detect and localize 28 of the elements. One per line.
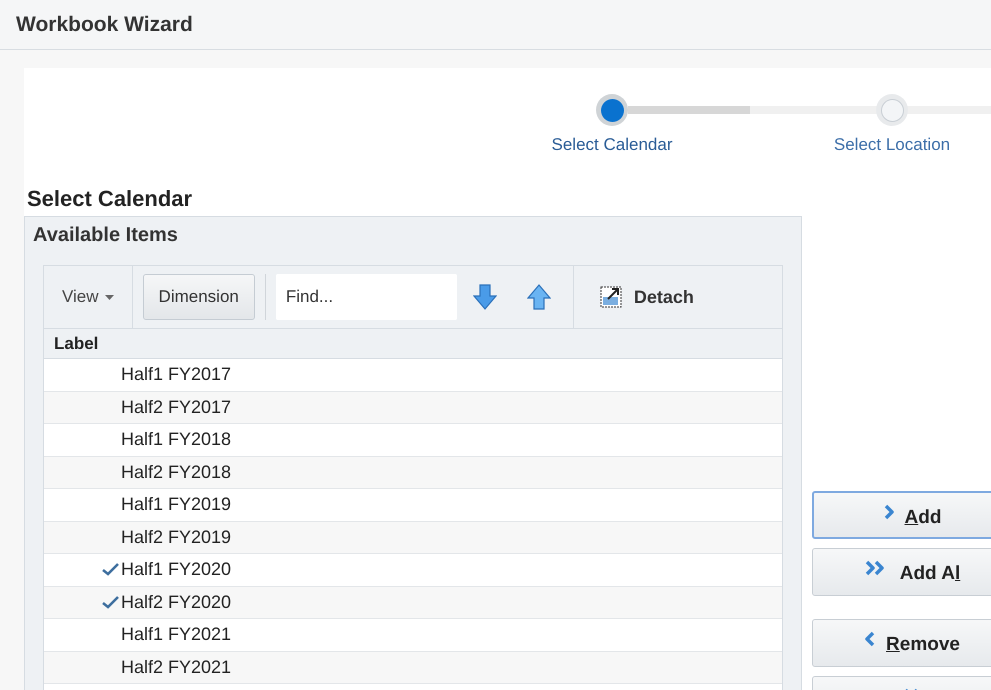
table-row[interactable]: Half2 FY2019	[44, 522, 782, 554]
row-label: Half1 FY2020	[121, 558, 232, 582]
window-title: Workbook Wizard	[16, 12, 193, 38]
row-label: Half2 FY2017	[121, 396, 232, 419]
table-row[interactable]: Half2 FY2020	[44, 586, 782, 619]
table-row[interactable]: Half2 FY2018	[44, 456, 782, 489]
row-label: Half1 FY2018	[121, 428, 232, 452]
section-title: Select Calendar	[27, 185, 194, 213]
step-label[interactable]: Select Location	[834, 132, 950, 158]
row-label: Half2 FY2018	[121, 460, 232, 484]
row-label: Half2 FY2020	[121, 590, 232, 614]
dimension-button[interactable]: Dimension	[142, 274, 255, 320]
transfer-button[interactable]: Add	[812, 491, 991, 539]
view-menu[interactable]: View	[44, 266, 133, 328]
row-label: Half2 FY2021	[121, 656, 232, 679]
row-label: Half1 FY2019	[121, 493, 232, 516]
step-label[interactable]: Select Calendar	[552, 132, 672, 158]
transfer-button[interactable]: Add Al	[812, 548, 991, 596]
find-field[interactable]: Find...	[276, 274, 457, 320]
column-header: Label	[44, 329, 782, 359]
row-label: Half1 FY2021	[121, 623, 232, 646]
transfer-button[interactable]: Remove	[812, 619, 991, 667]
table-row[interactable]: Half2 FY2021	[44, 652, 782, 684]
row-label: Half2 FY2019	[121, 526, 232, 549]
table-row[interactable]: Half2 FY2017	[44, 392, 782, 424]
panel-title: Available Items	[33, 223, 179, 248]
detach-button[interactable]: Detach	[600, 284, 694, 310]
row-label: Half1 FY2017	[121, 363, 232, 386]
